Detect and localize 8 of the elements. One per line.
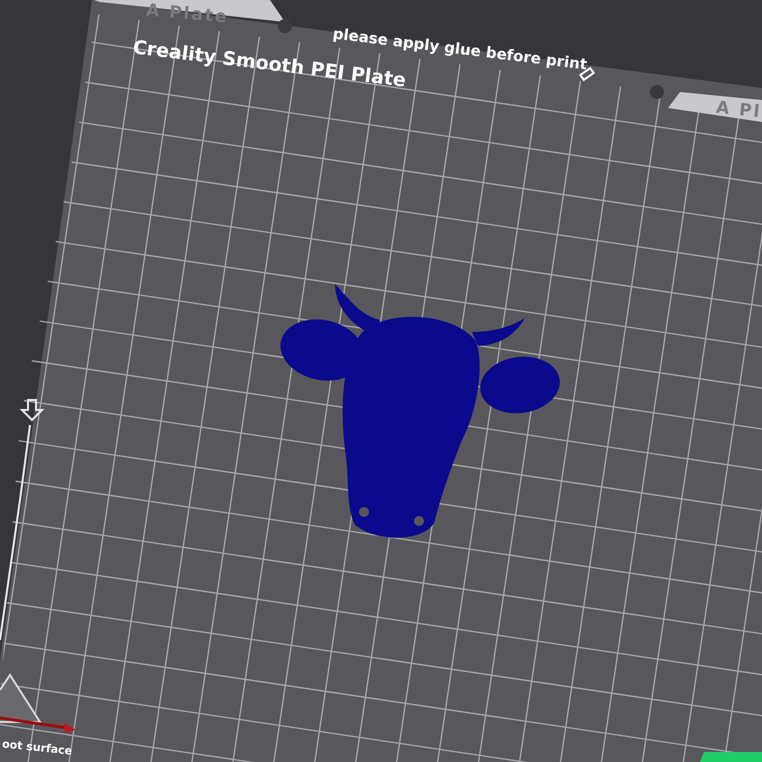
arrow-icon <box>20 399 44 422</box>
plate-tab-label: A Plate <box>145 0 230 30</box>
screw-icon <box>278 19 292 33</box>
action-button[interactable] <box>700 752 762 762</box>
warning-icon <box>0 673 42 723</box>
plate-tab-label: A Pl <box>714 96 762 124</box>
screw-icon <box>650 85 664 99</box>
plate-label: oot surface <box>1 736 73 760</box>
